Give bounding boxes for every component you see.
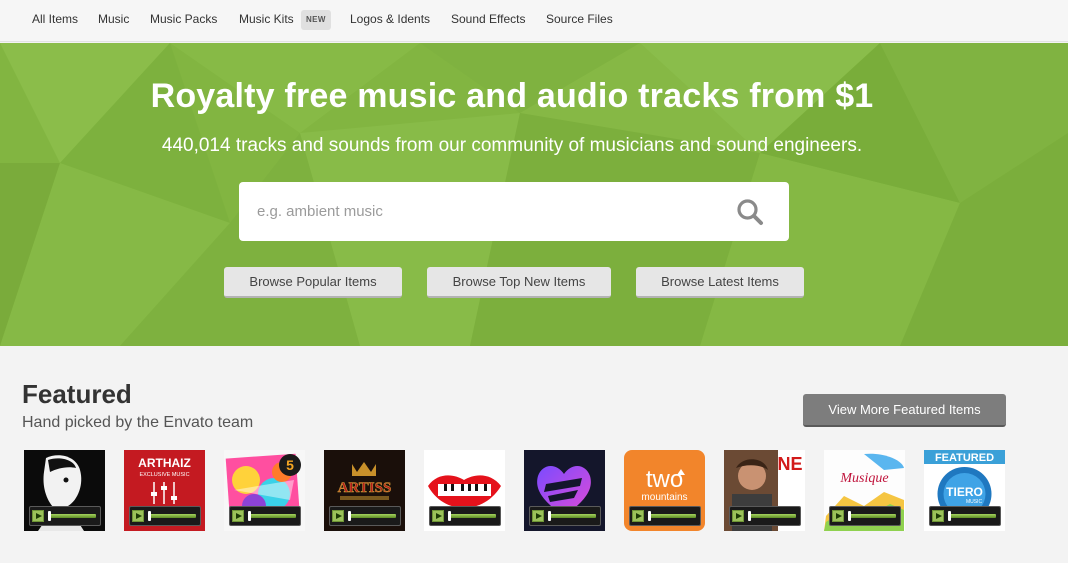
progress-bar[interactable] — [848, 514, 896, 518]
play-icon[interactable] — [432, 510, 444, 522]
progress-bar[interactable] — [348, 514, 396, 518]
nav-music[interactable]: Music — [98, 12, 129, 26]
progress-knob[interactable] — [348, 511, 351, 521]
featured-item[interactable] — [524, 450, 605, 531]
hero-banner: Royalty free music and audio tracks from… — [0, 43, 1068, 346]
audio-player — [629, 506, 701, 526]
nav-source-files[interactable]: Source Files — [546, 12, 613, 26]
view-more-featured-button[interactable]: View More Featured Items — [803, 394, 1006, 427]
featured-label: FEATURED — [935, 452, 994, 464]
progress-bar[interactable] — [48, 514, 96, 518]
progress-knob[interactable] — [748, 511, 751, 521]
play-icon[interactable] — [232, 510, 244, 522]
play-icon[interactable] — [132, 510, 144, 522]
category-nav: All Items Music Music Packs Music Kits N… — [0, 0, 1068, 42]
search-input[interactable] — [257, 198, 717, 224]
progress-bar[interactable] — [448, 514, 496, 518]
album-title: NE — [777, 454, 802, 474]
album-title: two — [646, 466, 683, 493]
play-icon[interactable] — [632, 510, 644, 522]
audio-player — [229, 506, 301, 526]
album-title: ARTISS — [338, 480, 392, 496]
nav-music-kits[interactable]: Music Kits — [239, 12, 294, 26]
album-title: Musique — [839, 471, 888, 486]
album-number: 5 — [286, 457, 294, 473]
featured-item[interactable]: Musique — [824, 450, 905, 531]
audio-player — [129, 506, 201, 526]
play-icon[interactable] — [32, 510, 44, 522]
featured-item[interactable]: ARTHAIZ EXCLUSIVE MUSIC — [124, 450, 205, 531]
album-title: ARTHAIZ — [138, 456, 191, 470]
progress-knob[interactable] — [948, 511, 951, 521]
progress-bar[interactable] — [748, 514, 796, 518]
progress-knob[interactable] — [848, 511, 851, 521]
featured-item[interactable]: NE — [724, 450, 805, 531]
nav-music-packs[interactable]: Music Packs — [150, 12, 217, 26]
progress-knob[interactable] — [48, 511, 51, 521]
audio-player — [829, 506, 901, 526]
progress-bar[interactable] — [248, 514, 296, 518]
featured-item[interactable] — [424, 450, 505, 531]
nav-all-items[interactable]: All Items — [32, 12, 78, 26]
album-subtitle: EXCLUSIVE MUSIC — [139, 472, 189, 478]
hero-subtitle: 440,014 tracks and sounds from our commu… — [161, 135, 863, 156]
featured-item[interactable]: FEATURED TIERO MUSIC — [924, 450, 1005, 531]
progress-bar[interactable] — [948, 514, 996, 518]
nav-sound-effects[interactable]: Sound Effects — [451, 12, 526, 26]
new-badge: NEW — [301, 10, 331, 30]
progress-bar[interactable] — [648, 514, 696, 518]
play-icon[interactable] — [332, 510, 344, 522]
album-subtitle: mountains — [641, 492, 687, 503]
nav-logos-idents[interactable]: Logos & Idents — [350, 12, 430, 26]
browse-popular-button[interactable]: Browse Popular Items — [224, 267, 402, 298]
album-subtitle: MUSIC — [966, 499, 983, 505]
browse-latest-button[interactable]: Browse Latest Items — [636, 267, 804, 298]
audio-player — [329, 506, 401, 526]
featured-item[interactable]: two mountains — [624, 450, 705, 531]
play-icon[interactable] — [532, 510, 544, 522]
audio-player — [729, 506, 801, 526]
hero-title: Royalty free music and audio tracks from… — [150, 77, 874, 115]
search-icon[interactable] — [735, 197, 765, 227]
progress-knob[interactable] — [448, 511, 451, 521]
play-icon[interactable] — [932, 510, 944, 522]
progress-knob[interactable] — [548, 511, 551, 521]
browse-top-new-button[interactable]: Browse Top New Items — [427, 267, 611, 298]
progress-knob[interactable] — [148, 511, 151, 521]
audio-player — [29, 506, 101, 526]
play-icon[interactable] — [832, 510, 844, 522]
progress-knob[interactable] — [648, 511, 651, 521]
play-icon[interactable] — [732, 510, 744, 522]
search-box — [239, 182, 789, 241]
featured-item[interactable] — [24, 450, 105, 531]
progress-bar[interactable] — [548, 514, 596, 518]
featured-heading: Featured — [22, 379, 132, 409]
audio-player — [929, 506, 1001, 526]
progress-knob[interactable] — [248, 511, 251, 521]
featured-tagline: Hand picked by the Envato team — [22, 414, 254, 431]
progress-bar[interactable] — [148, 514, 196, 518]
audio-player — [429, 506, 501, 526]
featured-item[interactable]: ARTISS — [324, 450, 405, 531]
featured-item[interactable]: 5 — [224, 450, 305, 531]
album-title: TIERO — [946, 485, 983, 499]
audio-player — [529, 506, 601, 526]
